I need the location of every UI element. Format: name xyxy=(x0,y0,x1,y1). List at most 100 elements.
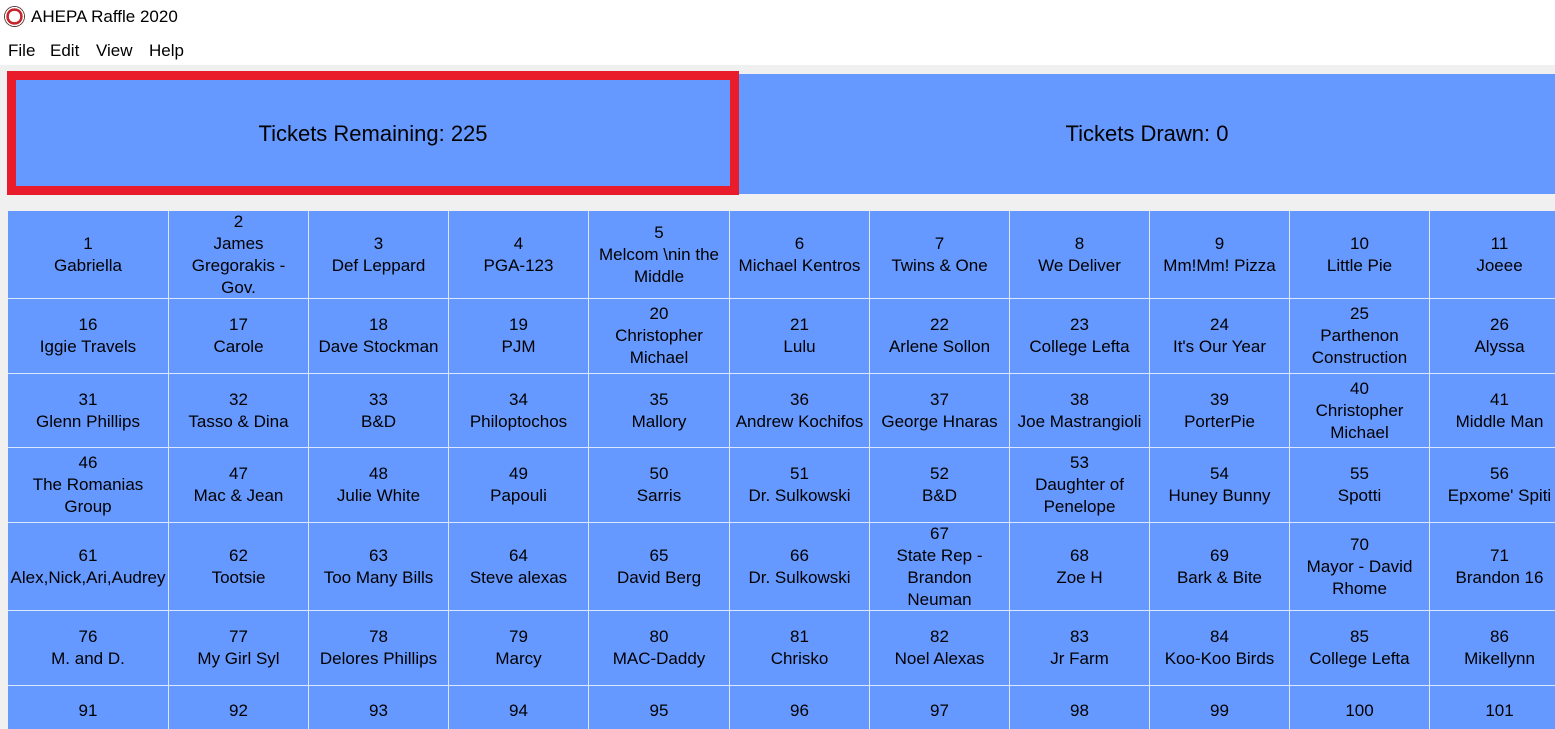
ticket-cell-63[interactable]: 63 Too Many Bills xyxy=(309,523,449,611)
ticket-cell-46[interactable]: 46 The Romanias Group xyxy=(8,448,169,523)
ticket-cell-70[interactable]: 70 Mayor - David Rhome xyxy=(1290,523,1430,611)
menu-file[interactable]: File xyxy=(8,41,35,61)
ticket-cell-79[interactable]: 79 Marcy xyxy=(449,611,589,686)
ticket-cell-2[interactable]: 2 James Gregorakis - Gov. xyxy=(169,211,309,299)
ticket-number: 16 xyxy=(78,315,98,334)
ticket-cell-56[interactable]: 56 Epxome' Spiti xyxy=(1430,448,1555,523)
ticket-cell-31[interactable]: 31 Glenn Phillips xyxy=(8,374,169,448)
ticket-cell-36[interactable]: 36 Andrew Kochifos xyxy=(730,374,870,448)
ticket-cell-35[interactable]: 35 Mallory xyxy=(589,374,730,448)
ticket-cell-49[interactable]: 49 Papouli xyxy=(449,448,589,523)
ticket-cell-23[interactable]: 23 College Lefta xyxy=(1010,299,1150,374)
ticket-cell-22[interactable]: 22 Arlene Sollon xyxy=(870,299,1010,374)
ticket-cell-40[interactable]: 40 Christopher Michael xyxy=(1290,374,1430,448)
ticket-cell-10[interactable]: 10 Little Pie xyxy=(1290,211,1430,299)
ticket-cell-78[interactable]: 78 Delores Phillips xyxy=(309,611,449,686)
ticket-cell-101[interactable]: 101 xyxy=(1430,686,1555,729)
ticket-cell-83[interactable]: 83 Jr Farm xyxy=(1010,611,1150,686)
ticket-cell-39[interactable]: 39 PorterPie xyxy=(1150,374,1290,448)
menu-edit[interactable]: Edit xyxy=(50,41,79,61)
ticket-number: 34 xyxy=(509,389,528,409)
ticket-name: Twins & One xyxy=(891,255,988,275)
ticket-cell-19[interactable]: 19 PJM xyxy=(449,299,589,374)
ticket-cell-95[interactable]: 95 xyxy=(589,686,730,729)
ticket-cell-8[interactable]: 8 We Deliver xyxy=(1010,211,1150,299)
ticket-name: Papouli xyxy=(490,486,547,505)
main-content: Tickets Remaining: 225 Tickets Drawn: 0 … xyxy=(0,65,1555,729)
ticket-cell-68[interactable]: 68 Zoe H xyxy=(1010,523,1150,611)
ticket-cell-54[interactable]: 54 Huney Bunny xyxy=(1150,448,1290,523)
ticket-cell-98[interactable]: 98 xyxy=(1010,686,1150,729)
ticket-cell-97[interactable]: 97 xyxy=(870,686,1010,729)
ticket-cell-33[interactable]: 33 B&D xyxy=(309,374,449,448)
ticket-cell-24[interactable]: 24 It's Our Year xyxy=(1150,299,1290,374)
ticket-cell-9[interactable]: 9 Mm!Mm! Pizza xyxy=(1150,211,1290,299)
ticket-number: 62 xyxy=(229,545,248,565)
ticket-cell-26[interactable]: 26 Alyssa xyxy=(1430,299,1555,374)
menu-view[interactable]: View xyxy=(96,41,133,61)
ticket-cell-55[interactable]: 55 Spotti xyxy=(1290,448,1430,523)
ticket-cell-71[interactable]: 71 Brandon 16 xyxy=(1430,523,1555,611)
ticket-number: 95 xyxy=(649,701,669,720)
ticket-cell-66[interactable]: 66 Dr. Sulkowski xyxy=(730,523,870,611)
ticket-cell-25[interactable]: 25 Parthenon Construction xyxy=(1290,299,1430,374)
ticket-name: State Rep - xyxy=(896,545,983,565)
ticket-cell-11[interactable]: 11 Joeee xyxy=(1430,211,1555,299)
ticket-cell-7[interactable]: 7 Twins & One xyxy=(870,211,1010,299)
ticket-cell-38[interactable]: 38 Joe Mastrangioli xyxy=(1010,374,1150,448)
ticket-cell-51[interactable]: 51 Dr. Sulkowski xyxy=(730,448,870,523)
ticket-cell-81[interactable]: 81 Chrisko xyxy=(730,611,870,686)
ticket-cell-99[interactable]: 99 xyxy=(1150,686,1290,729)
ticket-cell-84[interactable]: 84 Koo-Koo Birds xyxy=(1150,611,1290,686)
ticket-cell-69[interactable]: 69 Bark & Bite xyxy=(1150,523,1290,611)
ticket-cell-32[interactable]: 32 Tasso & Dina xyxy=(169,374,309,448)
ticket-name: Christopher xyxy=(1315,400,1404,420)
ticket-cell-61[interactable]: 61 Alex,Nick,Ari,Audrey xyxy=(8,523,169,611)
ticket-number: 31 xyxy=(78,389,98,409)
ticket-cell-52[interactable]: 52 B&D xyxy=(870,448,1010,523)
ticket-cell-48[interactable]: 48 Julie White xyxy=(309,448,449,523)
ticket-cell-34[interactable]: 34 Philoptochos xyxy=(449,374,589,448)
ticket-number: 49 xyxy=(509,464,528,483)
ticket-cell-37[interactable]: 37 George Hnaras xyxy=(870,374,1010,448)
ticket-number: 61 xyxy=(78,545,98,565)
ticket-cell-20[interactable]: 20 Christopher Michael xyxy=(589,299,730,374)
ticket-cell-1[interactable]: 1 Gabriella xyxy=(8,211,169,299)
ticket-cell-3[interactable]: 3 Def Leppard xyxy=(309,211,449,299)
ticket-cell-100[interactable]: 100 xyxy=(1290,686,1430,729)
ticket-cell-77[interactable]: 77 My Girl Syl xyxy=(169,611,309,686)
ticket-cell-76[interactable]: 76 M. and D. xyxy=(8,611,169,686)
ticket-cell-47[interactable]: 47 Mac & Jean xyxy=(169,448,309,523)
ticket-cell-53[interactable]: 53 Daughter of Penelope xyxy=(1010,448,1150,523)
ticket-cell-41[interactable]: 41 Middle Man xyxy=(1430,374,1555,448)
menu-help[interactable]: Help xyxy=(149,41,184,61)
ticket-cell-50[interactable]: 50 Sarris xyxy=(589,448,730,523)
ticket-cell-65[interactable]: 65 David Berg xyxy=(589,523,730,611)
ticket-cell-67[interactable]: 67 State Rep - Brandon Neuman xyxy=(870,523,1010,611)
ticket-cell-4[interactable]: 4 PGA-123 xyxy=(449,211,589,299)
ticket-cell-18[interactable]: 18 Dave Stockman xyxy=(309,299,449,374)
ticket-cell-21[interactable]: 21 Lulu xyxy=(730,299,870,374)
ticket-cell-64[interactable]: 64 Steve alexas xyxy=(449,523,589,611)
ticket-cell-91[interactable]: 91 xyxy=(8,686,169,729)
ticket-cell-6[interactable]: 6 Michael Kentros xyxy=(730,211,870,299)
ticket-number: 47 xyxy=(229,464,248,483)
ticket-cell-94[interactable]: 94 xyxy=(449,686,589,729)
ticket-cell-86[interactable]: 86 Mikellynn xyxy=(1430,611,1555,686)
ticket-number: 84 xyxy=(1210,627,1229,646)
ticket-cell-62[interactable]: 62 Tootsie xyxy=(169,523,309,611)
ticket-name: We Deliver xyxy=(1038,255,1121,275)
ticket-cell-85[interactable]: 85 College Lefta xyxy=(1290,611,1430,686)
ticket-cell-96[interactable]: 96 xyxy=(730,686,870,729)
ticket-name: Glenn Phillips xyxy=(36,411,140,431)
ticket-cell-82[interactable]: 82 Noel Alexas xyxy=(870,611,1010,686)
ticket-cell-5[interactable]: 5 Melcom \nin the Middle xyxy=(589,211,730,299)
ticket-name: Gabriella xyxy=(53,255,123,275)
ticket-cell-17[interactable]: 17 Carole xyxy=(169,299,309,374)
ticket-cell-16[interactable]: 16 Iggie Travels xyxy=(8,299,169,374)
ticket-number: 32 xyxy=(229,389,248,409)
ticket-cell-80[interactable]: 80 MAC-Daddy xyxy=(589,611,730,686)
ticket-cell-92[interactable]: 92 xyxy=(169,686,309,729)
ticket-name: Middle xyxy=(633,266,685,286)
ticket-cell-93[interactable]: 93 xyxy=(309,686,449,729)
